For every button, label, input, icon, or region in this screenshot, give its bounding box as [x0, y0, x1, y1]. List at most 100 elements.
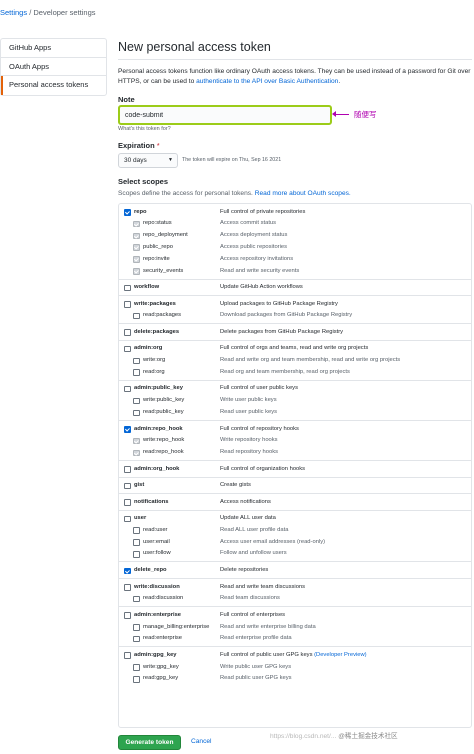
- note-input[interactable]: [118, 105, 332, 125]
- scope-checkbox[interactable]: [133, 551, 140, 558]
- scope-name: repo:invite: [143, 255, 170, 262]
- page-title: New personal access token: [118, 40, 271, 54]
- scope-checkbox[interactable]: [133, 409, 140, 417]
- scope-checkbox[interactable]: [124, 466, 131, 473]
- scope-checkbox[interactable]: [124, 567, 131, 575]
- scope-description-text: Read and write org and team membership, …: [220, 357, 401, 364]
- breadcrumb: Settings / Developer settings: [0, 8, 96, 17]
- watermark: https://blog.csdn.net/... @稀土掘金技术社区: [270, 730, 398, 740]
- scope-checkbox[interactable]: [133, 449, 140, 457]
- scope-group: workflow Update GitHub Action workflows: [119, 280, 471, 296]
- breadcrumb-separator: /: [29, 8, 32, 17]
- scope-checkbox[interactable]: [124, 345, 131, 353]
- scope-name: read:gpg_key: [143, 675, 179, 682]
- scope-description: Full control of user public keys: [220, 383, 298, 395]
- scope-row: read:user Read ALL user profile data: [119, 525, 471, 537]
- scope-name: gist: [134, 482, 145, 489]
- scope-row: write:discussion Read and write team disc…: [119, 582, 471, 594]
- scope-description-text: Read user public keys: [220, 408, 278, 415]
- scope-row: repo:status Access commit status: [119, 218, 471, 230]
- scope-description-text: Access public repositories: [220, 243, 288, 250]
- scope-checkbox[interactable]: [124, 284, 131, 292]
- expiration-label-text: Expiration: [118, 141, 155, 150]
- scope-row: admin:public_key Full control of user pub…: [119, 383, 471, 395]
- scope-name: write:public_key: [143, 397, 185, 404]
- scope-description: Read team discussions: [220, 593, 280, 605]
- cancel-link[interactable]: Cancel: [191, 738, 212, 745]
- scope-description: Access public repositories: [220, 242, 287, 254]
- scope-description: Read org and team membership, read org p…: [220, 367, 350, 379]
- scope-checkbox[interactable]: [133, 357, 140, 365]
- scope-name: delete_repo: [134, 567, 167, 573]
- scope-name: write:org: [143, 357, 166, 364]
- scope-row: write:packages Upload packages to GitHub …: [119, 299, 471, 311]
- scope-checkbox[interactable]: [133, 676, 140, 683]
- scope-description: Delete repositories: [220, 565, 268, 577]
- scope-description: Access user email addresses (read-only): [220, 537, 325, 549]
- sidebar-item-github-apps[interactable]: GitHub Apps: [1, 39, 106, 58]
- scope-description: Upload packages to GitHub Package Regist…: [220, 299, 338, 311]
- scope-description: Read enterprise profile data: [220, 633, 292, 645]
- generate-token-button[interactable]: Generate token: [118, 735, 181, 750]
- scope-name: write:gpg_key: [143, 663, 179, 670]
- scope-checkbox[interactable]: [133, 244, 140, 251]
- oauth-scopes-link[interactable]: Read more about OAuth scopes.: [255, 190, 351, 197]
- scope-description: Full control of repository hooks: [220, 424, 299, 436]
- scope-checkbox[interactable]: [124, 385, 131, 393]
- scope-description-text: Upload packages to GitHub Package Regist…: [220, 300, 338, 307]
- scope-checkbox[interactable]: [124, 652, 131, 659]
- scope-group: admin:org Full control of orgs and teams,…: [119, 341, 471, 381]
- scope-checkbox[interactable]: [133, 232, 140, 240]
- scope-group: admin:gpg_key Full control of public user…: [119, 647, 471, 687]
- scope-row: write:gpg_key Write public user GPG keys: [119, 662, 471, 674]
- scope-checkbox[interactable]: [133, 624, 140, 631]
- expiration-select[interactable]: 30 days ▼: [118, 153, 178, 168]
- scope-checkbox[interactable]: [124, 612, 131, 619]
- scope-checkbox[interactable]: [133, 220, 140, 228]
- scope-description-text: Update ALL user data: [220, 515, 276, 522]
- scope-description: Read repository hooks: [220, 447, 278, 459]
- scope-checkbox[interactable]: [133, 312, 140, 320]
- scope-checkbox[interactable]: [124, 515, 131, 523]
- scope-group: admin:org_hook Full control of organizati…: [119, 461, 471, 478]
- scope-description-text: Read ALL user profile data: [220, 526, 289, 533]
- scope-checkbox[interactable]: [124, 209, 131, 216]
- scope-group: delete:packages Delete packages from GitH…: [119, 324, 471, 341]
- scope-description-text: Access user email addresses (read-only): [220, 538, 326, 545]
- scope-checkbox[interactable]: [133, 437, 140, 445]
- scope-checkbox[interactable]: [133, 256, 140, 263]
- scope-checkbox[interactable]: [133, 397, 140, 405]
- developer-preview-link[interactable]: (Developer Preview): [314, 652, 367, 658]
- scope-name: admin:repo_hook: [134, 425, 183, 432]
- note-label: Note: [118, 95, 135, 104]
- sidebar-item-oauth-apps[interactable]: OAuth Apps: [1, 58, 106, 76]
- sidebar-item-personal-access-tokens[interactable]: Personal access tokens: [1, 76, 106, 95]
- scope-row: security_events Read and write security e…: [119, 266, 471, 278]
- scope-name: write:repo_hook: [143, 437, 185, 444]
- scope-group: admin:enterprise Full control of enterpri…: [119, 607, 471, 648]
- scope-checkbox[interactable]: [133, 664, 140, 671]
- scope-description-text: Read repository hooks: [220, 449, 278, 456]
- scope-checkbox[interactable]: [133, 595, 140, 603]
- scope-checkbox[interactable]: [133, 268, 140, 275]
- scope-checkbox[interactable]: [124, 426, 131, 433]
- scope-checkbox[interactable]: [133, 635, 140, 643]
- scope-checkbox[interactable]: [124, 482, 131, 490]
- scope-checkbox[interactable]: [124, 584, 131, 591]
- select-scopes-label: Select scopes: [118, 177, 169, 186]
- scope-description-text: Full control of private repositories: [220, 208, 306, 215]
- breadcrumb-settings-link[interactable]: Settings: [0, 8, 27, 17]
- scope-name: admin:enterprise: [134, 611, 182, 618]
- scope-description-text: Access commit status: [220, 220, 277, 227]
- scope-checkbox[interactable]: [133, 539, 140, 546]
- scope-checkbox[interactable]: [124, 499, 131, 506]
- scope-checkbox[interactable]: [133, 369, 140, 376]
- scope-checkbox[interactable]: [133, 527, 140, 534]
- scope-description: Create gists: [220, 480, 251, 492]
- scope-checkbox[interactable]: [124, 301, 131, 308]
- scope-row: read:packages Download packages from GitH…: [119, 310, 471, 322]
- scope-row: admin:org Full control of orgs and teams,…: [119, 343, 471, 355]
- basic-auth-link[interactable]: authenticate to the API over Basic Authe…: [196, 78, 338, 85]
- scope-checkbox[interactable]: [124, 329, 131, 336]
- scope-group: repo Full control of private repositories…: [119, 204, 471, 280]
